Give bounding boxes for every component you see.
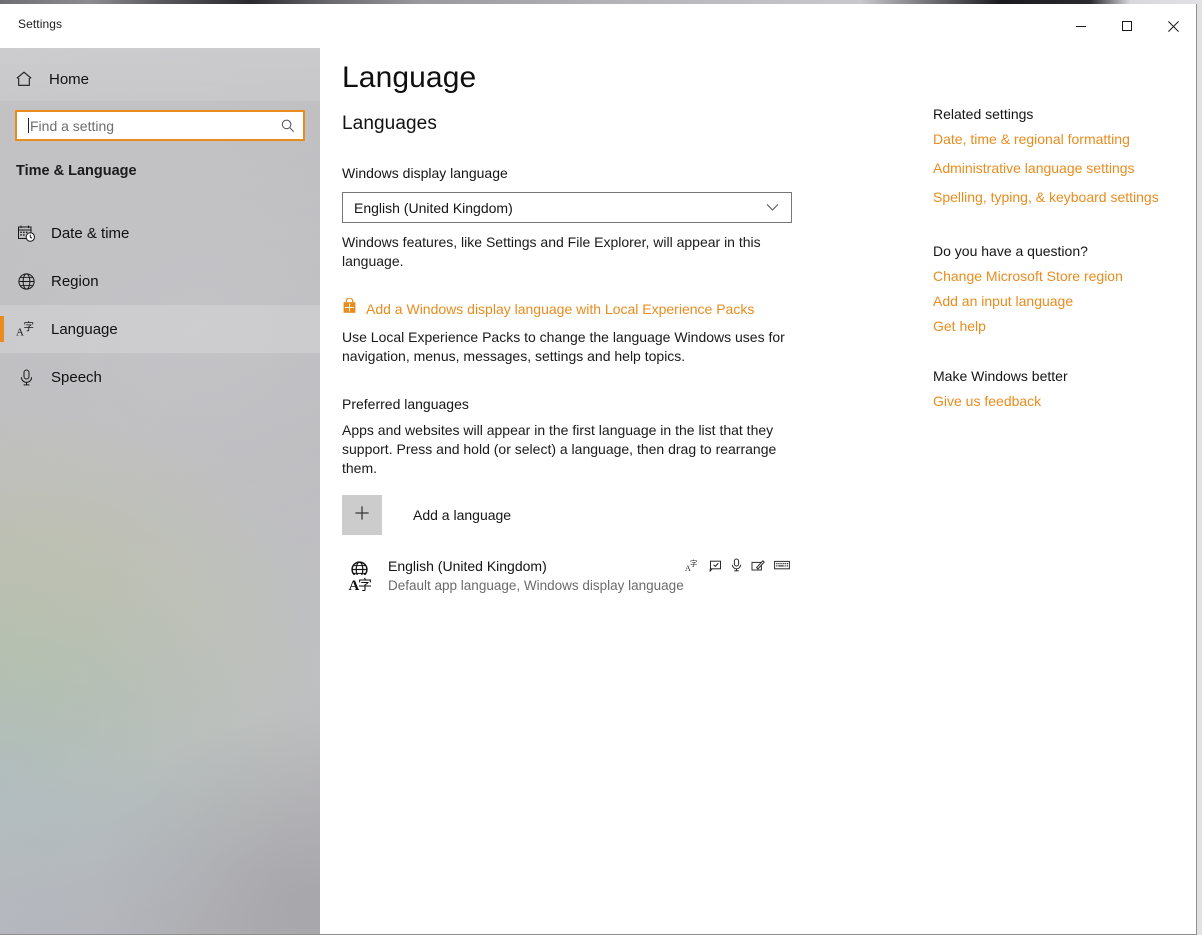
add-language-button[interactable] [342,495,382,535]
preferred-languages-title: Preferred languages [342,396,802,412]
preferred-languages-list: A 字 English (United Kingdom) Default app… [342,554,802,598]
question-heading: Do you have a question? [933,243,1193,259]
content-area: Language Languages Windows display langu… [320,48,1196,934]
sidebar-item-home[interactable]: Home [0,60,320,98]
maximize-button[interactable] [1104,4,1150,48]
feedback-link-give-us-feedback[interactable]: Give us feedback [933,393,1193,409]
panel-spacer [933,205,1193,243]
svg-text:字: 字 [690,559,698,568]
sidebar-item-label: Language [51,321,118,338]
sidebar-nav: Date & time Region [0,209,320,401]
language-globe-icon: A 字 [342,559,380,593]
language-name: English (United Kingdom) [388,558,685,575]
related-link-spelling-typing-keyboard[interactable]: Spelling, typing, & keyboard settings [933,189,1193,205]
local-experience-packs-link[interactable]: Add a Windows display language with Loca… [342,298,802,319]
related-settings-heading: Related settings [933,106,1193,122]
list-item[interactable]: A 字 English (United Kingdom) Default app… [342,554,792,598]
page-title: Language [342,61,476,95]
display-language-label: Windows display language [342,165,802,181]
window-title: Settings [18,17,62,31]
sidebar-item-date-time[interactable]: Date & time [0,209,320,257]
sidebar: Home Time & Language [0,4,320,935]
globe-icon [6,272,46,291]
settings-column: Languages Windows display language Engli… [342,113,802,598]
home-icon [4,70,44,88]
display-language-description: Windows features, like Settings and File… [342,233,762,271]
sidebar-item-region[interactable]: Region [0,257,320,305]
local-experience-packs-description: Use Local Experience Packs to change the… [342,328,787,366]
search-box[interactable] [15,110,305,141]
language-pack-icon: A 字 [685,559,699,572]
sidebar-item-label: Date & time [51,225,129,242]
handwriting-icon [751,559,765,572]
related-settings-panel: Related settings Date, time & regional f… [933,106,1193,409]
sidebar-group-title: Time & Language [16,163,137,179]
list-item-text: English (United Kingdom) Default app lan… [388,558,685,594]
keyboard-icon [774,559,790,571]
sidebar-item-speech[interactable]: Speech [0,353,320,401]
settings-window: Home Time & Language [0,4,1197,935]
close-icon [1167,20,1180,33]
calendar-clock-icon [6,224,46,243]
related-link-administrative-language[interactable]: Administrative language settings [933,160,1193,176]
language-icon: A 字 [6,319,46,339]
sidebar-item-label: Speech [51,369,102,386]
question-link-get-help[interactable]: Get help [933,318,1193,334]
text-to-speech-icon [708,559,722,572]
minimize-icon [1075,20,1087,32]
search-input[interactable] [29,112,273,139]
selection-accent-bar [0,316,4,342]
feedback-heading: Make Windows better [933,368,1193,384]
search-icon[interactable] [273,118,303,134]
window-controls [1058,4,1196,48]
selection-accent-bar [0,268,4,294]
add-language-label: Add a language [413,507,511,523]
language-status: Default app language, Windows display la… [388,577,685,594]
svg-text:字: 字 [358,578,372,593]
minimize-button[interactable] [1058,4,1104,48]
local-experience-packs-link-label: Add a Windows display language with Loca… [366,301,754,317]
svg-text:字: 字 [23,320,34,333]
sidebar-home-label: Home [49,71,89,88]
sidebar-item-language[interactable]: A 字 Language [0,305,320,353]
preferred-languages-description: Apps and websites will appear in the fir… [342,421,787,478]
chevron-down-icon [766,199,779,217]
section-heading-languages: Languages [342,113,802,135]
question-link-change-store-region[interactable]: Change Microsoft Store region [933,268,1193,284]
selection-accent-bar [0,364,4,390]
question-link-add-input-language[interactable]: Add an input language [933,293,1193,309]
display-language-dropdown[interactable]: English (United Kingdom) [342,192,792,223]
speech-recognition-icon [731,558,742,572]
panel-spacer [933,334,1193,368]
related-link-date-time-regional[interactable]: Date, time & regional formatting [933,131,1193,147]
selection-accent-bar [0,220,4,246]
sidebar-item-label: Region [51,273,99,290]
display-language-value: English (United Kingdom) [354,200,513,216]
add-language-row[interactable]: Add a language [342,495,802,535]
microphone-icon [6,368,46,387]
title-bar [0,4,1196,48]
language-capability-icons: A 字 [685,558,790,572]
maximize-icon [1121,20,1133,32]
microsoft-store-icon [342,298,357,319]
plus-icon [353,504,371,527]
close-button[interactable] [1150,4,1196,48]
